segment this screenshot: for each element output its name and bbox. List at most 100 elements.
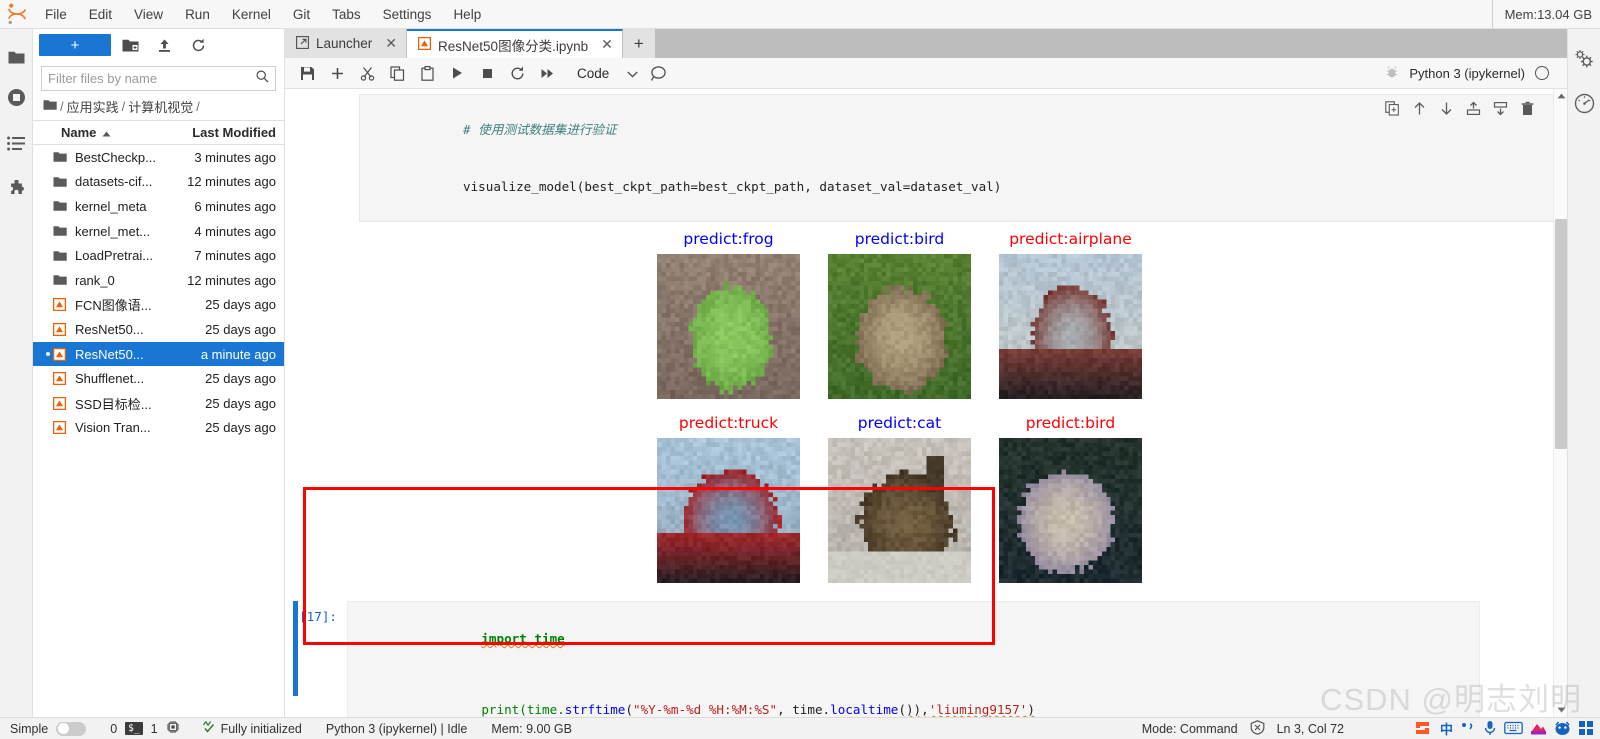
- file-list-item[interactable]: kernel_meta 6 minutes ago: [33, 194, 284, 219]
- close-icon[interactable]: ✕: [385, 35, 397, 52]
- code-format-string: "%Y-%m-%d %H:%M:%S": [633, 702, 778, 717]
- file-list-item[interactable]: rank_0 12 minutes ago: [33, 268, 284, 293]
- kernel-name[interactable]: Python 3 (ipykernel): [1409, 66, 1525, 81]
- code-close-parens: ()),: [898, 702, 929, 717]
- notebook-cell-import-time[interactable]: [17]: import time print(time.strftime("%…: [285, 601, 1501, 717]
- stop-icon[interactable]: [473, 60, 501, 86]
- notebook-cell-visualize[interactable]: # 使用测试数据集进行验证 visualize_model(best_ckpt_…: [359, 94, 1554, 222]
- bug-icon[interactable]: [1385, 65, 1399, 82]
- prediction-thumbnail: [828, 438, 971, 583]
- breadcrumb: / 应用实践 / 计算机视觉 /: [33, 95, 284, 120]
- punctuation-icon[interactable]: [1460, 721, 1476, 735]
- emoji-icon[interactable]: [1554, 721, 1571, 736]
- mic-icon[interactable]: [1483, 720, 1497, 736]
- simple-mode-toggle[interactable]: [56, 721, 87, 736]
- notebook-icon: [53, 372, 75, 386]
- sidebar-item-extension-manager[interactable]: [0, 169, 33, 209]
- code-comment-line: # 使用测试数据集进行验证: [360, 101, 1553, 158]
- insert-cell-below-icon[interactable]: [1493, 101, 1508, 121]
- restart-icon[interactable]: [503, 60, 531, 86]
- menubar-memory-usage: Mem:13.04 GB: [1491, 0, 1600, 29]
- file-name: BestCheckp...: [75, 149, 156, 165]
- skin-icon[interactable]: [1530, 721, 1547, 736]
- sidebar-item-property-inspector[interactable]: [1568, 37, 1600, 81]
- file-list-header: Name Last Modified: [33, 120, 284, 145]
- file-list-item[interactable]: • ResNet50... a minute ago: [33, 341, 284, 367]
- file-list-item[interactable]: LoadPretrai... 7 minutes ago: [33, 243, 284, 268]
- menu-settings[interactable]: Settings: [372, 0, 443, 29]
- prediction-cell: predict:airplane: [999, 230, 1142, 399]
- sidebar-item-file-browser[interactable]: [0, 37, 33, 77]
- run-icon[interactable]: [443, 60, 471, 86]
- file-name: kernel_meta: [75, 198, 147, 214]
- cell-type-select[interactable]: Code: [573, 66, 642, 81]
- lasso-icon[interactable]: [644, 60, 672, 86]
- menu-git[interactable]: Git: [282, 0, 321, 29]
- ime-mode[interactable]: 中: [1440, 719, 1453, 738]
- menu-view[interactable]: View: [123, 0, 174, 29]
- delete-cell-icon[interactable]: [1520, 101, 1535, 121]
- breadcrumb-home-icon[interactable]: [43, 99, 57, 114]
- kernel-status-indicator[interactable]: [1535, 66, 1549, 80]
- upload-icon[interactable]: [149, 33, 179, 57]
- new-launcher-button[interactable]: +: [39, 34, 111, 56]
- sidebar-item-table-of-contents[interactable]: [0, 123, 33, 163]
- apps-icon[interactable]: [1578, 720, 1594, 736]
- file-list-item[interactable]: BestCheckp... 3 minutes ago: [33, 145, 284, 170]
- cut-icon[interactable]: [353, 60, 381, 86]
- refresh-icon[interactable]: [183, 33, 213, 57]
- breadcrumb-sep-1: /: [121, 99, 126, 114]
- insert-cell-above-icon[interactable]: [1466, 101, 1481, 121]
- file-list-item[interactable]: kernel_met... 4 minutes ago: [33, 219, 284, 244]
- left-activity-bar: [0, 29, 33, 717]
- tab-launcher[interactable]: Launcher ✕: [285, 29, 408, 58]
- git-status[interactable]: Fully initialized: [202, 720, 302, 737]
- keyboard-icon[interactable]: [1504, 721, 1523, 735]
- sogou-icon[interactable]: [1413, 719, 1433, 737]
- save-icon[interactable]: [293, 60, 321, 86]
- breadcrumb-item-0[interactable]: 应用实践: [67, 97, 119, 116]
- notebook-scrollbar[interactable]: [1553, 89, 1567, 717]
- restart-run-all-icon[interactable]: [533, 60, 561, 86]
- menu-tabs[interactable]: Tabs: [321, 0, 372, 29]
- paste-icon[interactable]: [413, 60, 441, 86]
- menu-file[interactable]: File: [34, 0, 78, 29]
- tab-notebook[interactable]: ResNet50图像分类.ipynb ✕: [407, 29, 623, 58]
- duplicate-cell-icon[interactable]: [1385, 101, 1400, 121]
- sidebar-item-running-terminals[interactable]: [0, 77, 33, 117]
- breadcrumb-sep-2: /: [196, 99, 200, 114]
- column-header-last-modified[interactable]: Last Modified: [192, 125, 276, 140]
- no-entry-icon[interactable]: [1250, 719, 1265, 738]
- menu-run[interactable]: Run: [174, 0, 221, 29]
- move-cell-up-icon[interactable]: [1412, 101, 1427, 121]
- menu-kernel[interactable]: Kernel: [221, 0, 282, 29]
- sidebar-item-debugger[interactable]: [1568, 81, 1600, 125]
- kernel-info[interactable]: Python 3 (ipykernel) | Idle: [326, 722, 468, 736]
- column-header-name-wrap[interactable]: Name: [61, 125, 192, 140]
- file-list-item[interactable]: SSD目标检... 25 days ago: [33, 391, 284, 416]
- menu-edit[interactable]: Edit: [78, 0, 123, 29]
- scroll-down-arrow-icon[interactable]: [1554, 703, 1567, 717]
- prediction-label: predict:truck: [678, 414, 779, 432]
- new-tab-button[interactable]: +: [622, 29, 655, 58]
- folder-icon: [53, 225, 75, 237]
- insert-cell-icon[interactable]: [323, 60, 351, 86]
- filter-box[interactable]: [41, 66, 276, 91]
- file-list-item[interactable]: datasets-cif... 12 minutes ago: [33, 170, 284, 195]
- right-activity-bar: [1567, 29, 1600, 717]
- breadcrumb-item-1[interactable]: 计算机视觉: [128, 97, 193, 116]
- file-list-item[interactable]: ResNet50... 25 days ago: [33, 317, 284, 342]
- file-list-item[interactable]: FCN图像语... 25 days ago: [33, 293, 284, 318]
- move-cell-down-icon[interactable]: [1439, 101, 1454, 121]
- search-input[interactable]: [48, 71, 256, 86]
- scroll-up-arrow-icon[interactable]: [1554, 89, 1567, 103]
- file-list-item[interactable]: Vision Tran... 25 days ago: [33, 416, 284, 441]
- menu-help[interactable]: Help: [442, 0, 492, 29]
- copy-icon[interactable]: [383, 60, 411, 86]
- file-name: SSD目标检...: [75, 396, 152, 412]
- scrollbar-thumb[interactable]: [1555, 219, 1567, 449]
- close-icon[interactable]: ✕: [601, 36, 613, 53]
- cell-input-area[interactable]: import time print(time.strftime("%Y-%m-%…: [347, 601, 1480, 717]
- file-list-item[interactable]: Shufflenet... 25 days ago: [33, 366, 284, 391]
- new-folder-icon[interactable]: [115, 33, 145, 57]
